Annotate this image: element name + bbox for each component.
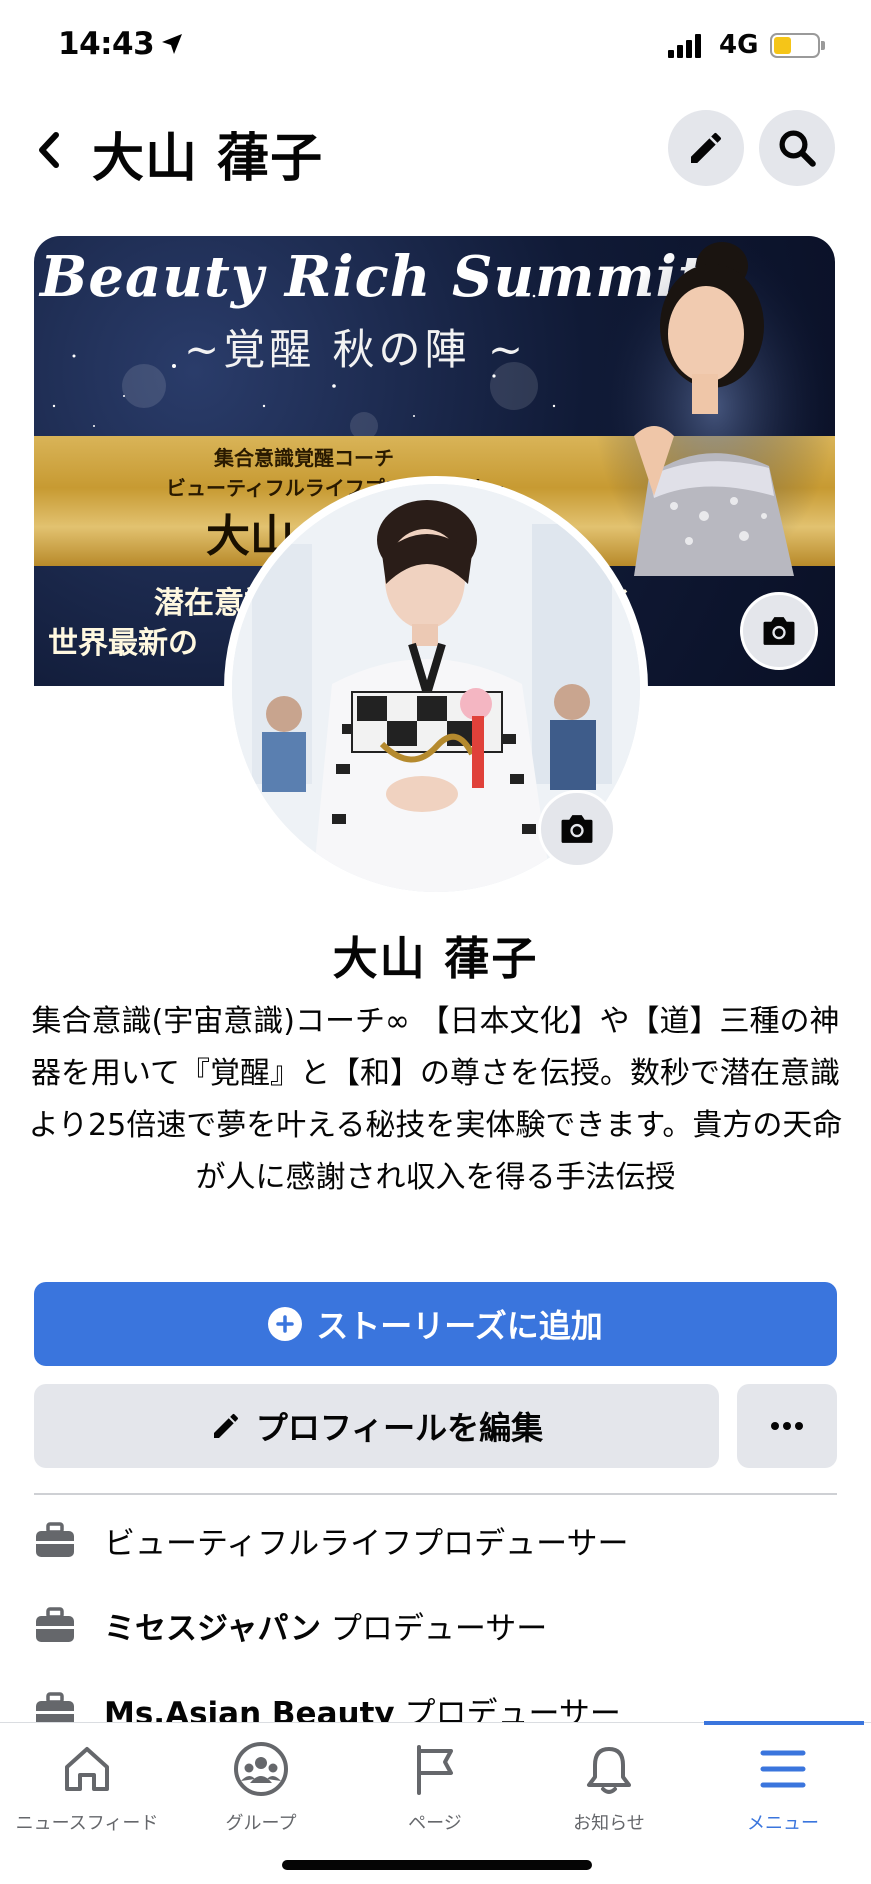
flag-icon [417,1745,453,1795]
plus-circle-icon [268,1307,303,1341]
section-divider [34,1493,837,1495]
cover-portrait-image [594,236,835,576]
work-item-bold: ミセスジャパン [104,1610,321,1647]
profile-bio: 集合意識(宇宙意識)コーチ∞ 【日本文化】や【道】三種の神器を用いて『覚醒』と【… [28,1004,843,1195]
home-indicator [282,1860,592,1870]
bell-icon [587,1747,631,1794]
battery-icon [770,33,825,58]
pencil-icon [691,132,721,163]
menu-icon [760,1750,806,1788]
add-to-story-label: ストーリーズに追加 [316,1307,603,1345]
chevron-left-icon [39,132,59,168]
camera-icon [561,815,593,843]
edit-profile-label: プロフィールを編集 [255,1409,544,1447]
work-item-text: プロデューサー [321,1610,548,1647]
tab-newsfeed[interactable]: ニュースフィード [0,1741,174,1835]
groups-icon [234,1742,288,1796]
active-tab-indicator [704,1721,864,1725]
cover-band-line1: 集合意識覚醒コーチ [214,446,394,470]
work-item[interactable]: ビューティフルライフプロデューサー [34,1510,837,1570]
battery-level [774,37,791,54]
home-icon [65,1747,109,1791]
camera-icon [763,617,795,645]
page-title: 大山 葎子 [92,129,324,189]
edit-button[interactable] [668,110,744,186]
tab-notifications[interactable]: お知らせ [522,1741,696,1835]
tab-label: ページ [408,1813,462,1834]
network-type: 4G [719,30,759,60]
profile-name: 大山 葎子 [332,932,539,985]
avatar-camera-button[interactable] [538,790,616,868]
tab-label: お知らせ [573,1813,645,1834]
more-options-button[interactable] [737,1384,837,1468]
profile-header: 大山 葎子 [0,100,871,200]
search-button[interactable] [759,110,835,186]
tab-pages[interactable]: ページ [348,1741,522,1835]
work-item[interactable]: ミセスジャパン プロデューサー [34,1595,837,1655]
cover-subtitle: ~覚醒 秋の陣 ~ [184,325,528,374]
status-bar: 14:43 4G [0,0,871,92]
tab-menu[interactable]: メニュー [696,1741,870,1835]
cover-camera-button[interactable] [740,592,818,670]
tab-label: ニュースフィード [15,1813,159,1834]
tab-groups[interactable]: グループ [174,1741,348,1835]
briefcase-icon [36,1607,74,1642]
status-time: 14:43 [58,26,155,62]
work-item-text: ビューティフルライフプロデューサー [104,1525,629,1562]
location-arrow-icon [162,34,182,54]
back-button[interactable] [24,120,74,180]
more-horizontal-icon [771,1422,803,1430]
add-to-story-button[interactable]: ストーリーズに追加 [34,1282,837,1366]
search-icon [779,130,816,167]
tab-label: グループ [225,1813,297,1834]
signal-strength-icon [668,34,701,58]
briefcase-icon [36,1522,74,1557]
pencil-icon [213,1413,238,1438]
tab-label: メニュー [747,1813,819,1834]
edit-profile-button[interactable]: プロフィールを編集 [34,1384,719,1468]
